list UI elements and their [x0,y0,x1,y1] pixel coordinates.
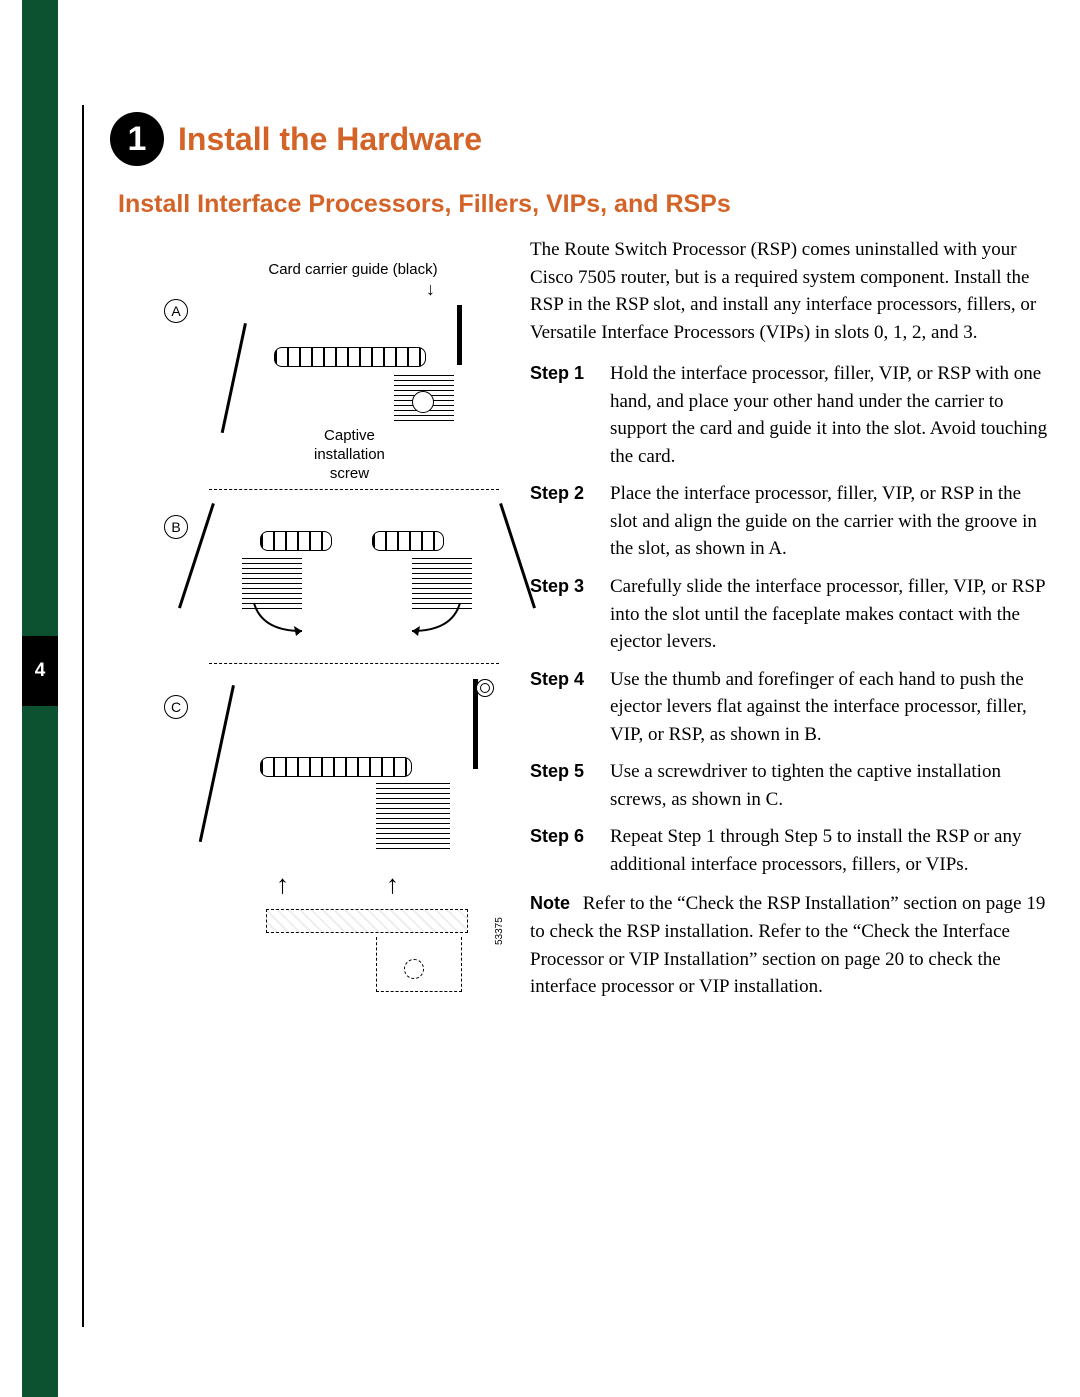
step-label: Step 5 [530,758,610,813]
diagram-a-caption: Captive installation screw [314,427,385,483]
diagram-b [212,503,502,653]
step-text: Place the interface processor, filler, V… [610,480,1050,563]
note-text: Refer to the “Check the RSP Installation… [530,893,1045,997]
note-label: Note [530,893,570,913]
sub-heading: Install Interface Processors, Fillers, V… [118,190,731,219]
step-row: Step 2 Place the interface processor, fi… [530,480,1050,563]
down-arrow-icon: ↓ [426,279,435,300]
diagram-label-b: B [164,515,188,539]
step-row: Step 6 Repeat Step 1 through Step 5 to i… [530,823,1050,878]
step-label: Step 3 [530,573,610,656]
diagram-top-label: Card carrier guide (black) [258,261,448,278]
page: 4 1 Install the Hardware Install Interfa… [0,0,1080,1397]
step-text: Use a screwdriver to tighten the captive… [610,758,1050,813]
diagram-label-a: A [164,299,188,323]
step-row: Step 4 Use the thumb and forefinger of e… [530,666,1050,749]
intro-paragraph: The Route Switch Processor (RSP) comes u… [530,236,1050,346]
main-heading: Install the Hardware [178,121,482,158]
step-text: Repeat Step 1 through Step 5 to install … [610,823,1050,878]
curved-arrow-icon [402,601,462,641]
note-paragraph: Note Refer to the “Check the RSP Install… [530,890,1050,1000]
step-label: Step 4 [530,666,610,749]
curved-arrow-icon [252,601,312,641]
diagram-c: ↑ ↑ [226,679,496,999]
step-row: Step 1 Hold the interface processor, fil… [530,360,1050,470]
page-number-tab: 4 [22,636,58,706]
step-label: Step 2 [530,480,610,563]
step-label: Step 6 [530,823,610,878]
section-number-circle: 1 [110,112,164,166]
page-number: 4 [35,660,46,682]
up-arrow-icon: ↑ [276,869,289,900]
figure-id: 53375 [494,917,505,945]
step-row: Step 5 Use a screwdriver to tighten the … [530,758,1050,813]
diagram-divider-2 [209,663,499,664]
text-column: The Route Switch Processor (RSP) comes u… [530,236,1050,1001]
heading-row: 1 Install the Hardware [110,112,482,166]
diagram-area: Card carrier guide (black) ↓ A Captive i… [154,255,504,1055]
diagram-a [244,305,474,435]
step-text: Use the thumb and forefinger of each han… [610,666,1050,749]
diagram-label-c: C [164,695,188,719]
content-area: 1 Install the Hardware Install Interface… [82,0,1062,1397]
up-arrow-icon: ↑ [386,869,399,900]
diagram-divider-1 [209,489,499,490]
step-text: Carefully slide the interface processor,… [610,573,1050,656]
step-text: Hold the interface processor, filler, VI… [610,360,1050,470]
step-label: Step 1 [530,360,610,470]
left-black-rule [82,105,84,1327]
section-number: 1 [128,120,147,159]
step-row: Step 3 Carefully slide the interface pro… [530,573,1050,656]
